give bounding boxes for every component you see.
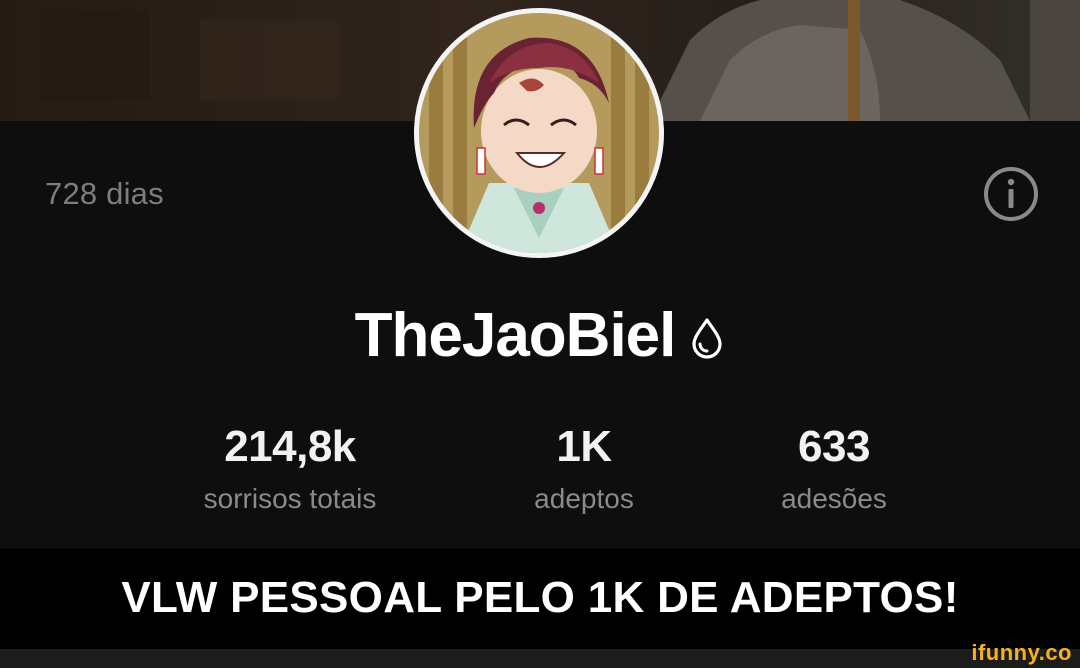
meme-caption: VLW PESSOAL PELO 1K DE ADEPTOS!: [121, 573, 959, 622]
stat-label: sorrisos totais: [203, 483, 377, 514]
stat-followers[interactable]: 1K adeptos: [454, 422, 714, 516]
stat-smiles[interactable]: 214,8k sorrisos totais: [160, 422, 420, 516]
username[interactable]: TheJaoBiel: [355, 300, 677, 371]
caption-bar: VLW PESSOAL PELO 1K DE ADEPTOS!: [0, 549, 1080, 649]
stat-value: 214,8k: [224, 422, 356, 471]
info-icon[interactable]: [983, 166, 1039, 222]
avatar[interactable]: [414, 8, 664, 258]
watermark-logo: ifunny.co: [971, 640, 1072, 665]
bottom-strip: [0, 649, 1080, 668]
username-row: TheJaoBiel: [0, 300, 1080, 371]
stat-subscriptions[interactable]: 633 adesões: [704, 422, 964, 516]
account-age: 728 dias: [45, 176, 164, 211]
stat-value: 633: [798, 422, 870, 471]
stat-label: adesões: [781, 483, 887, 514]
drop-icon: [692, 317, 722, 359]
stat-value: 1K: [556, 422, 612, 471]
profile-screen: 728 dias TheJaoBiel 214,8k sorrisos tota…: [0, 0, 1080, 668]
stat-label: adeptos: [534, 483, 634, 514]
